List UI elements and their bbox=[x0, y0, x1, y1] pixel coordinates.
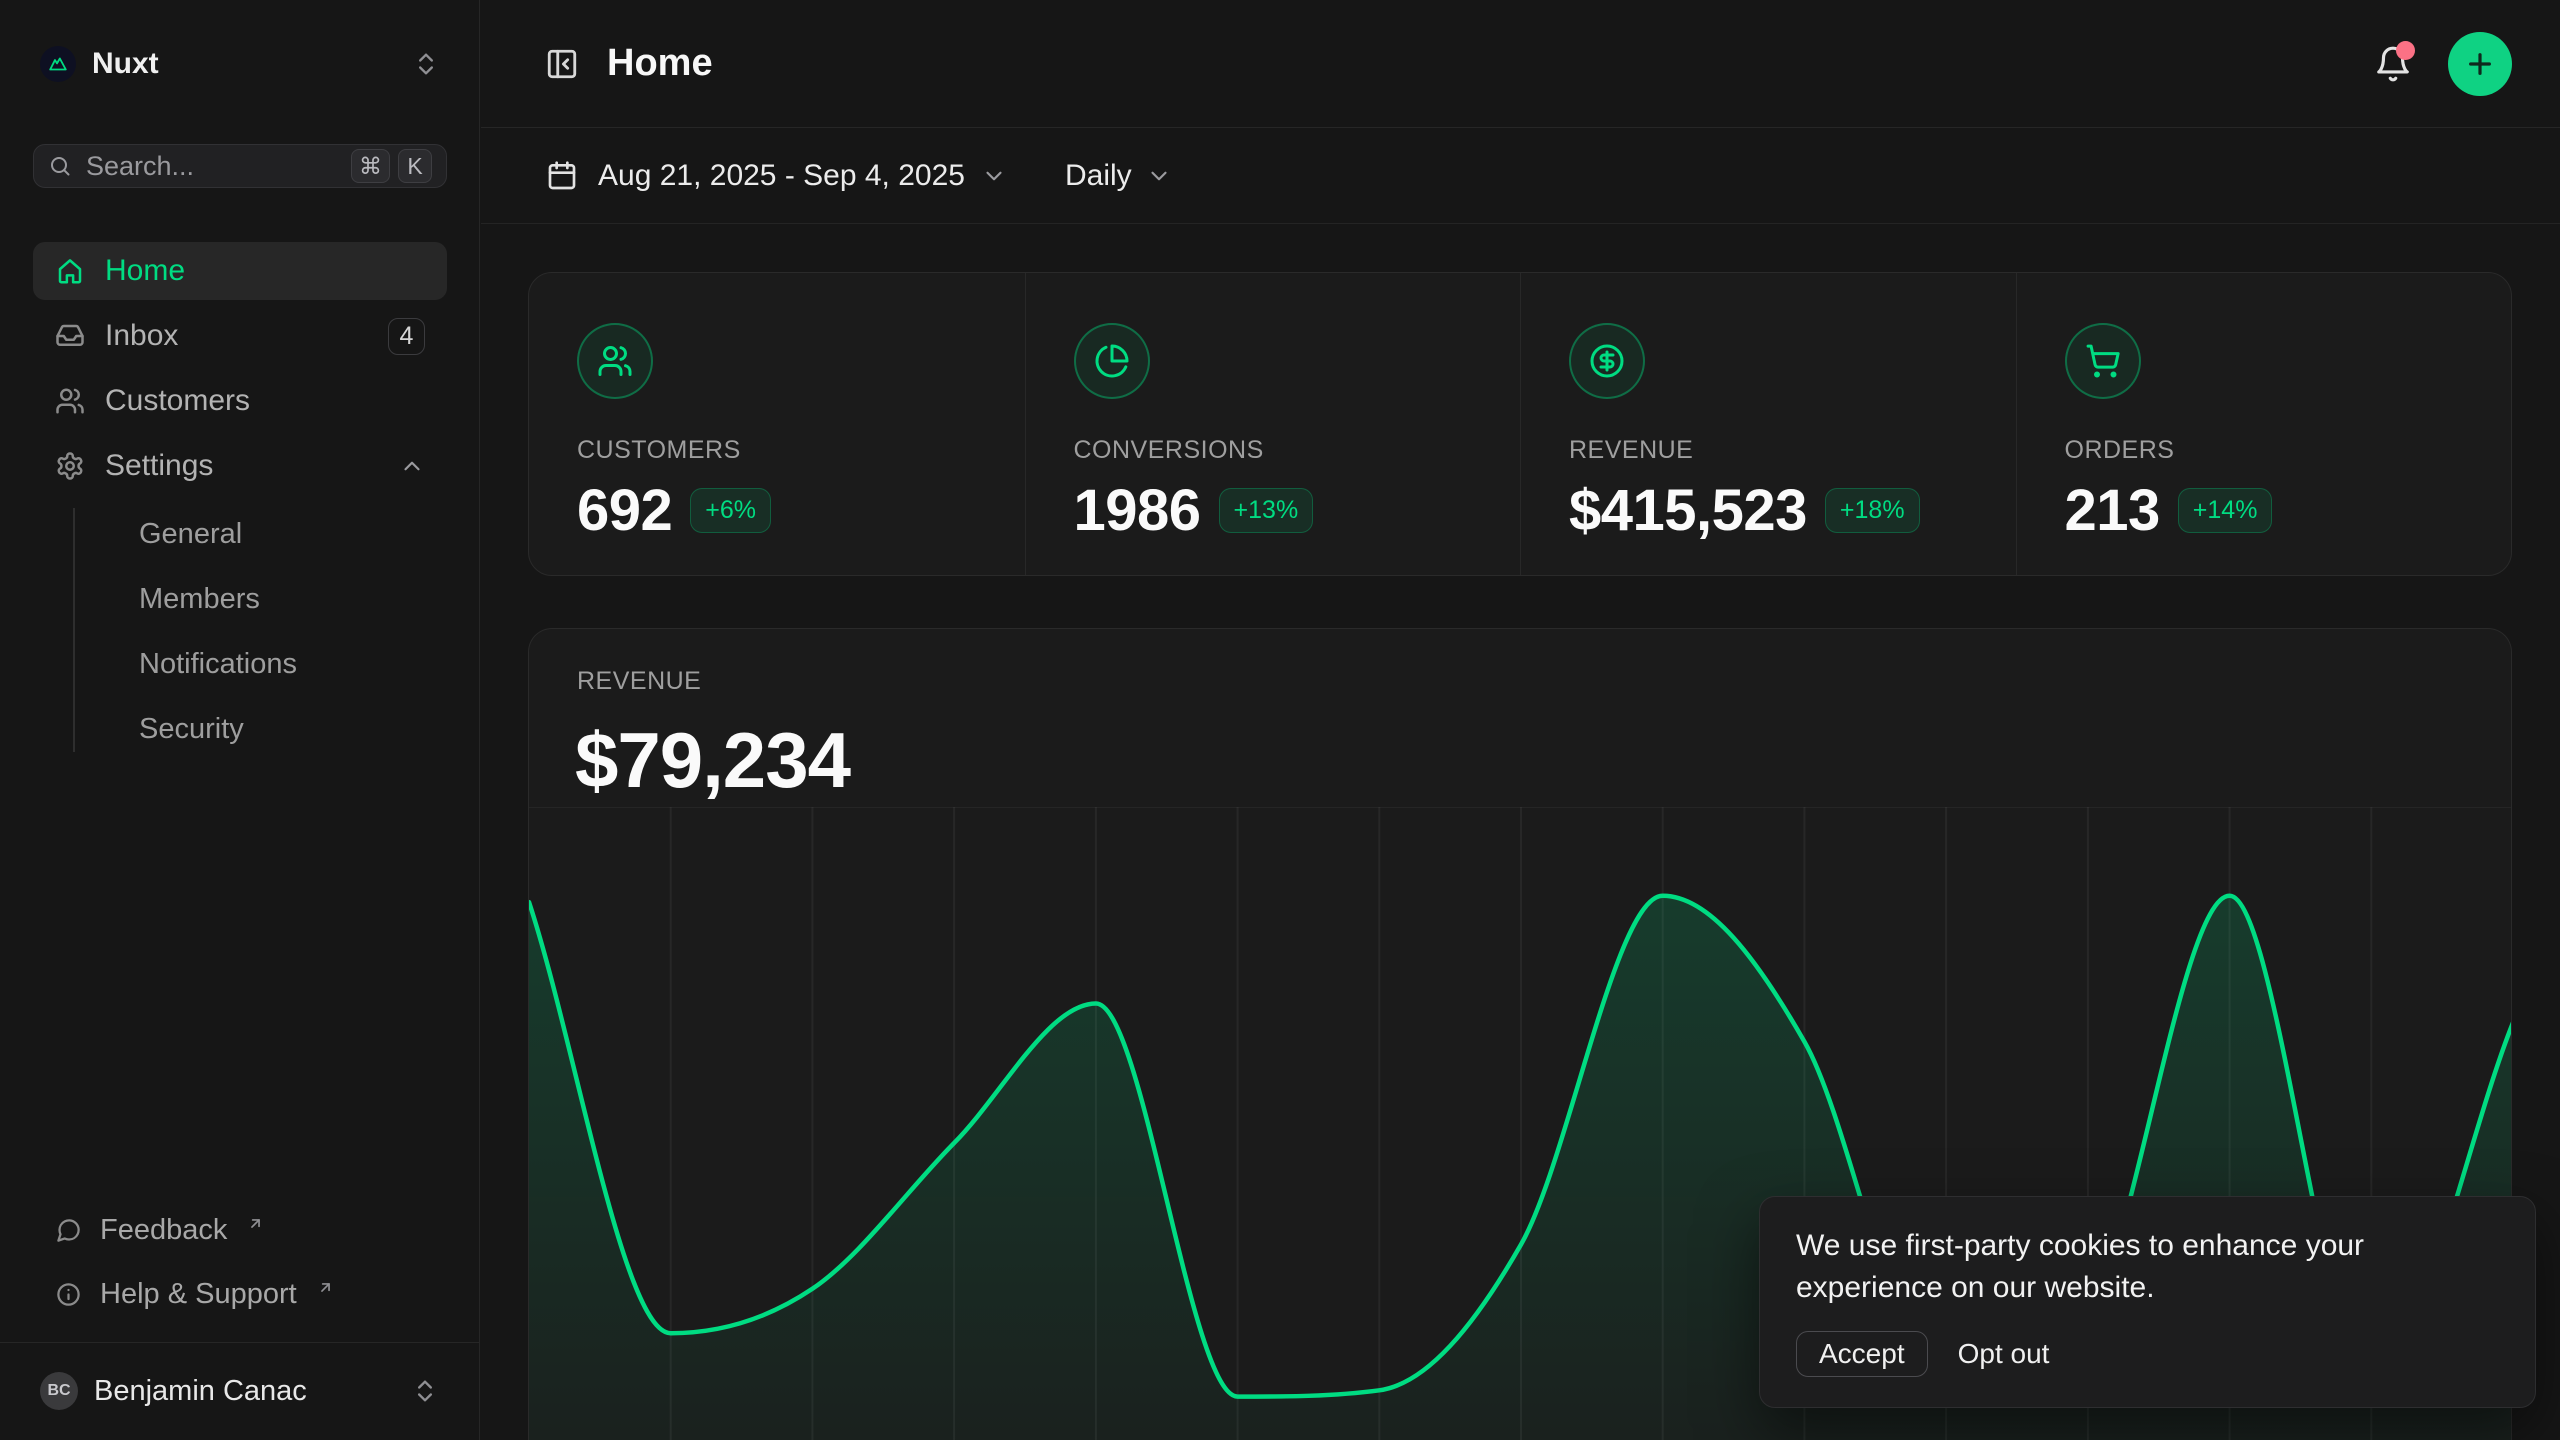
subnav-label: General bbox=[139, 518, 242, 551]
sidebar-item-label: Home bbox=[105, 254, 185, 288]
home-icon bbox=[55, 256, 85, 286]
sidebar-collapse-icon[interactable] bbox=[545, 47, 579, 81]
cookie-message: We use first-party cookies to enhance yo… bbox=[1796, 1225, 2496, 1309]
page-title: Home bbox=[607, 42, 713, 85]
user-menu[interactable]: BC Benjamin Canac bbox=[26, 1358, 453, 1424]
date-range-picker[interactable]: Aug 21, 2025 - Sep 4, 2025 bbox=[598, 159, 1007, 193]
chevron-down-icon bbox=[1146, 163, 1172, 189]
sidebar-divider bbox=[0, 1342, 479, 1343]
inbox-icon bbox=[55, 321, 85, 351]
stat-value: 692 bbox=[577, 477, 672, 544]
chevrons-up-down-icon bbox=[411, 1377, 439, 1405]
kbd-cmd: ⌘ bbox=[351, 149, 390, 183]
dollar-circle-icon bbox=[1569, 323, 1645, 399]
chevrons-up-down-icon bbox=[412, 50, 440, 78]
sidebar-item-inbox[interactable]: Inbox 4 bbox=[33, 307, 447, 365]
sidebar-item-label: Customers bbox=[105, 384, 250, 418]
help-support-label: Help & Support bbox=[100, 1278, 297, 1311]
stats-card: CUSTOMERS 692 +6% CONVERSIONS 1986 +13% bbox=[528, 272, 2512, 576]
search-input[interactable]: Search... ⌘ K bbox=[33, 144, 447, 188]
stat-value: 1986 bbox=[1074, 477, 1201, 544]
notification-dot bbox=[2396, 41, 2415, 60]
notifications-button[interactable] bbox=[2374, 45, 2412, 83]
search-placeholder: Search... bbox=[86, 151, 337, 182]
subnav-label: Notifications bbox=[139, 648, 297, 681]
revenue-label: REVENUE bbox=[577, 667, 701, 696]
stat-label: CONVERSIONS bbox=[1074, 436, 1521, 465]
team-switcher[interactable]: Nuxt bbox=[26, 38, 454, 90]
stat-value: 213 bbox=[2065, 477, 2160, 544]
sidebar-item-home[interactable]: Home bbox=[33, 242, 447, 300]
stat-conversions[interactable]: CONVERSIONS 1986 +13% bbox=[1025, 273, 1521, 575]
pie-chart-icon bbox=[1074, 323, 1150, 399]
subnav-label: Members bbox=[139, 583, 260, 616]
cart-icon bbox=[2065, 323, 2141, 399]
sidebar-item-members[interactable]: Members bbox=[106, 567, 447, 632]
stat-orders[interactable]: ORDERS 213 +14% bbox=[2016, 273, 2512, 575]
stat-label: ORDERS bbox=[2065, 436, 2512, 465]
help-support-link[interactable]: Help & Support bbox=[33, 1262, 447, 1326]
message-bubble-icon bbox=[55, 1217, 82, 1244]
granularity-select[interactable]: Daily bbox=[1065, 159, 1172, 193]
chevron-down-icon bbox=[981, 163, 1007, 189]
stat-customers[interactable]: CUSTOMERS 692 +6% bbox=[529, 273, 1025, 575]
settings-subnav: General Members Notifications Security bbox=[33, 502, 447, 762]
sidebar-item-security[interactable]: Security bbox=[106, 697, 447, 762]
accept-button[interactable]: Accept bbox=[1796, 1331, 1928, 1377]
kbd-k: K bbox=[398, 149, 432, 183]
date-range-value: Aug 21, 2025 - Sep 4, 2025 bbox=[598, 159, 965, 193]
stat-label: REVENUE bbox=[1569, 436, 2016, 465]
app-root: Nuxt Search... ⌘ K bbox=[0, 0, 2560, 1440]
external-link-icon bbox=[317, 1279, 334, 1296]
feedback-link[interactable]: Feedback bbox=[33, 1198, 447, 1262]
stat-delta-badge: +14% bbox=[2178, 488, 2273, 533]
gear-icon bbox=[55, 451, 85, 481]
opt-out-button[interactable]: Opt out bbox=[1958, 1338, 2050, 1370]
workspace-name: Nuxt bbox=[92, 47, 159, 81]
revenue-value: $79,234 bbox=[575, 715, 850, 806]
cookie-banner: We use first-party cookies to enhance yo… bbox=[1759, 1196, 2536, 1408]
chevron-up-icon bbox=[399, 453, 425, 479]
calendar-icon bbox=[546, 160, 578, 192]
add-button[interactable] bbox=[2448, 32, 2512, 96]
external-link-icon bbox=[247, 1215, 264, 1232]
user-name: Benjamin Canac bbox=[94, 1375, 307, 1408]
info-circle-icon bbox=[55, 1281, 82, 1308]
sidebar-footer: Feedback Help & Support bbox=[33, 1198, 447, 1326]
sidebar-item-customers[interactable]: Customers bbox=[33, 372, 447, 430]
sidebar: Nuxt Search... ⌘ K bbox=[0, 0, 480, 1440]
subnav-label: Security bbox=[139, 713, 244, 746]
sidebar-item-general[interactable]: General bbox=[106, 502, 447, 567]
filter-bar: Aug 21, 2025 - Sep 4, 2025 Daily bbox=[481, 129, 2560, 224]
users-circle-icon bbox=[577, 323, 653, 399]
sidebar-item-settings[interactable]: Settings bbox=[33, 437, 447, 495]
stat-delta-badge: +18% bbox=[1825, 488, 1920, 533]
search-icon bbox=[48, 154, 72, 178]
nuxt-logo-icon bbox=[40, 46, 76, 82]
stat-value: $415,523 bbox=[1569, 477, 1807, 544]
users-icon bbox=[55, 386, 85, 416]
plus-icon bbox=[2464, 48, 2496, 80]
avatar: BC bbox=[40, 1372, 78, 1410]
inbox-count-badge: 4 bbox=[388, 318, 425, 355]
sidebar-nav: Home Inbox 4 C bbox=[33, 242, 447, 762]
stat-delta-badge: +13% bbox=[1219, 488, 1314, 533]
stat-delta-badge: +6% bbox=[690, 488, 771, 533]
feedback-label: Feedback bbox=[100, 1214, 227, 1247]
granularity-value: Daily bbox=[1065, 159, 1132, 193]
stat-revenue[interactable]: REVENUE $415,523 +18% bbox=[1520, 273, 2016, 575]
stat-label: CUSTOMERS bbox=[577, 436, 1025, 465]
sidebar-item-label: Settings bbox=[105, 449, 213, 483]
sidebar-item-notifications[interactable]: Notifications bbox=[106, 632, 447, 697]
topbar: Home bbox=[481, 0, 2560, 128]
sidebar-item-label: Inbox bbox=[105, 319, 178, 353]
